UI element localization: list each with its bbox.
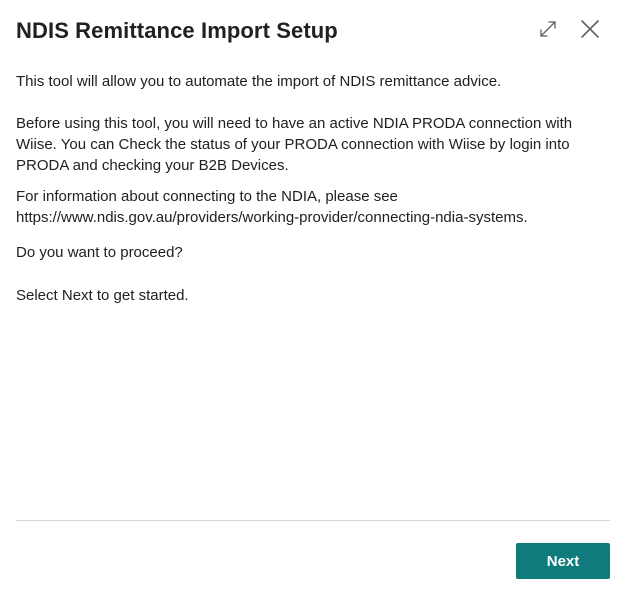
next-button[interactable]: Next — [516, 543, 610, 579]
prerequisite-text: Before using this tool, you will need to… — [16, 115, 573, 174]
close-icon — [581, 20, 599, 38]
intro-text: This tool will allow you to automate the… — [16, 73, 502, 90]
footer-divider — [16, 520, 610, 521]
info-text-line1: For information about connecting to the … — [16, 188, 398, 205]
close-button[interactable] — [576, 14, 604, 44]
expand-icon[interactable] — [534, 14, 562, 44]
ndia-link-text: https://www.ndis.gov.au/providers/workin… — [16, 209, 528, 226]
proceed-question: Do you want to proceed? — [16, 244, 183, 261]
setup-dialog: NDIS Remittance Import Setup This tool w… — [0, 0, 628, 602]
dialog-title: NDIS Remittance Import Setup — [16, 18, 338, 43]
title-actions — [534, 14, 604, 44]
info-text: For information about connecting to the … — [16, 186, 610, 228]
dialog-content: This tool will allow you to automate the… — [16, 71, 610, 306]
expand-diagonal-icon — [540, 21, 556, 37]
select-next-text: Select Next to get started. — [16, 287, 189, 304]
